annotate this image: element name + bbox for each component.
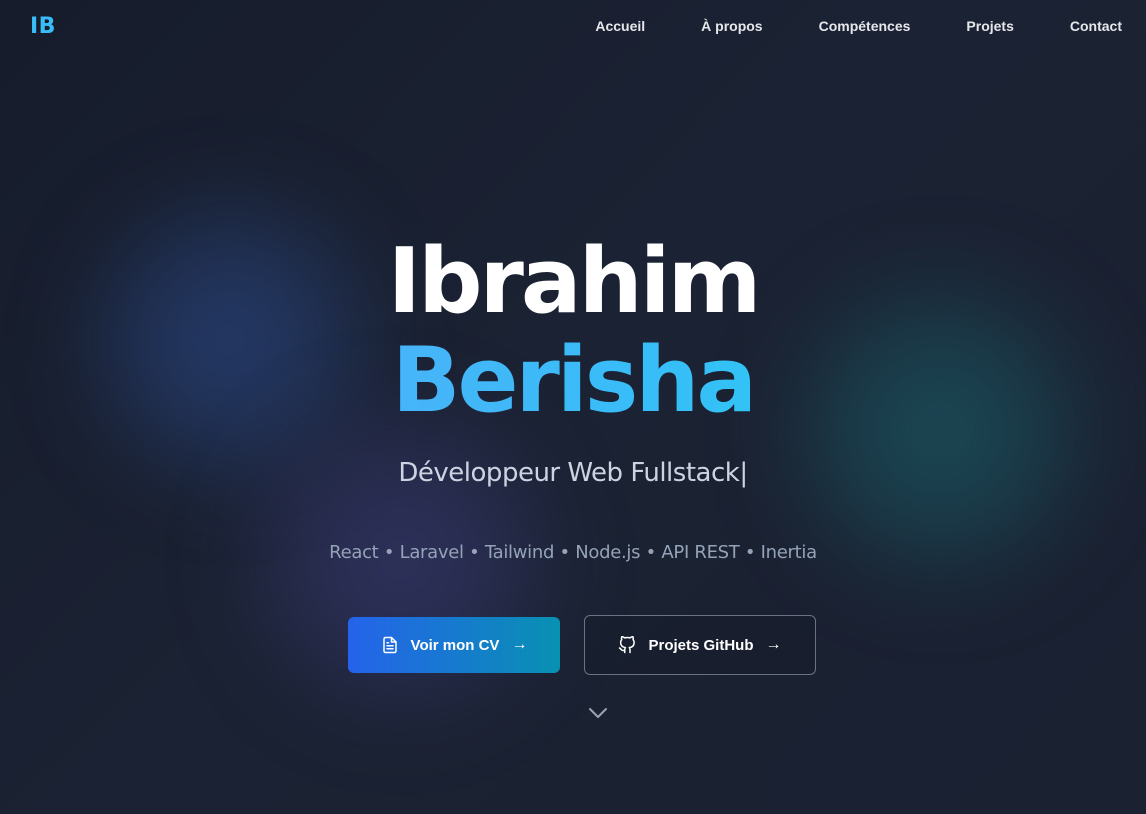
- github-projects-label: Projets GitHub: [648, 636, 754, 654]
- arrow-right-icon: →: [511, 636, 528, 653]
- hero-subtitle-text: Développeur Web Fullstack: [398, 458, 740, 488]
- hero-first-name: Ibrahim: [387, 229, 762, 334]
- arrow-right-icon: →: [765, 636, 782, 653]
- nav-link-projets[interactable]: Projets: [966, 18, 1013, 34]
- nav-link-accueil[interactable]: Accueil: [595, 18, 645, 34]
- scroll-down-chevron-icon[interactable]: [588, 705, 608, 719]
- hero-subtitle: Développeur Web Fullstack|: [0, 458, 1146, 488]
- nav-link-competences[interactable]: Compétences: [819, 18, 911, 34]
- nav-links: Accueil À propos Compétences Projets Con…: [539, 18, 1122, 34]
- view-cv-button[interactable]: Voir mon CV →: [348, 617, 560, 673]
- hero-section: Ibrahim Berisha Développeur Web Fullstac…: [0, 0, 1146, 814]
- typing-cursor: |: [739, 458, 748, 488]
- view-cv-label: Voir mon CV: [410, 636, 500, 654]
- document-icon: [381, 636, 399, 654]
- tech-stack-list: React • Laravel • Tailwind • Node.js • A…: [329, 542, 817, 563]
- github-icon: [618, 636, 636, 654]
- top-navbar: IB Accueil À propos Compétences Projets …: [0, 0, 1146, 56]
- nav-link-a-propos[interactable]: À propos: [701, 18, 762, 34]
- github-projects-button[interactable]: Projets GitHub →: [584, 615, 816, 675]
- hero-last-name: Berisha: [0, 336, 1146, 426]
- nav-link-contact[interactable]: Contact: [1070, 18, 1122, 34]
- site-logo[interactable]: IB: [30, 14, 56, 39]
